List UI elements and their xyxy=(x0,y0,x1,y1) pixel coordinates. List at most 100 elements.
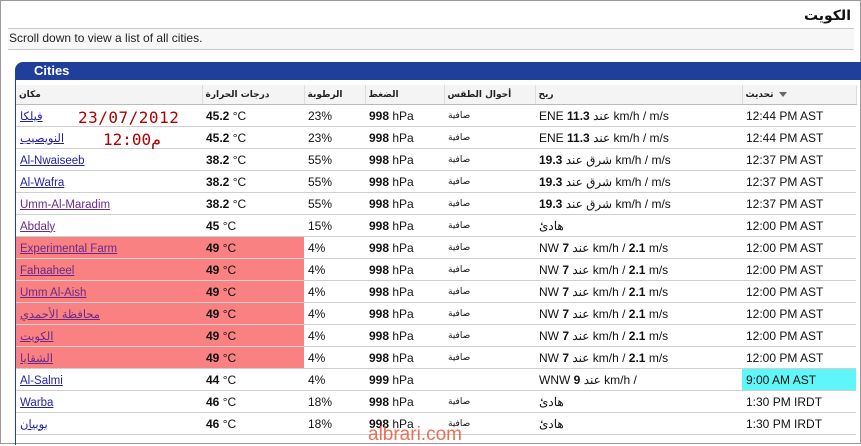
pressure-value: 998 xyxy=(369,196,390,211)
cell-updated: 12:00 PM AST xyxy=(742,346,856,369)
city-link[interactable]: Warba xyxy=(20,397,53,409)
cell-updated: 12:00 PM AST xyxy=(742,280,856,303)
temp-value: 45.2 xyxy=(206,108,230,123)
pressure-value: 998 xyxy=(369,394,390,409)
city-link[interactable]: الشقايا xyxy=(20,353,53,365)
cell-conditions: صافية xyxy=(444,104,535,127)
table-row: Al-Salmi 44 °C 4% 999 hPa WNW 9 عند km/h /9:… xyxy=(16,368,856,391)
temp-value: 38.2 xyxy=(206,196,230,211)
city-link[interactable]: Fahaaheel xyxy=(20,265,74,277)
pressure-unit: hPa xyxy=(389,306,414,321)
cell-location: Fahaaheel xyxy=(16,258,202,281)
temp-unit: °C xyxy=(219,284,237,299)
wind-ms: 2.1 xyxy=(628,240,646,255)
temp-unit: °C xyxy=(219,240,237,255)
table-row: الشقايا 49 °C 4% 998 hPa صافية NW 7 عند km/h … xyxy=(16,346,856,369)
city-link[interactable]: Umm Al-Aish xyxy=(20,287,86,299)
wind-direction: WNW xyxy=(539,372,574,387)
cell-temperature: 38.2 °C xyxy=(202,148,304,171)
cell-pressure: 998 hPa xyxy=(365,236,444,259)
temp-value: 49 xyxy=(206,350,220,365)
city-link[interactable]: محافظة الأحمدي xyxy=(20,309,100,321)
pressure-unit: hPa xyxy=(389,108,414,123)
pressure-value: 998 xyxy=(369,152,390,167)
wind-speed: 19.3 xyxy=(539,196,563,211)
column-header-pressure[interactable]: الضغط xyxy=(365,85,445,105)
cell-location: محافظة الأحمدي xyxy=(16,302,202,325)
cell-temperature: 46 °C xyxy=(202,390,304,413)
table-row: Al-Nwaiseeb 38.2 °C 55% 998 hPa صافية 19.3 شر… xyxy=(16,148,856,171)
cities-panel-title: Cities xyxy=(34,63,70,78)
wind-unit: هادئ xyxy=(539,416,564,431)
cell-humidity: 4% xyxy=(304,258,365,281)
pressure-value: 998 xyxy=(369,328,390,343)
cell-humidity: 55% xyxy=(304,170,365,193)
city-link[interactable]: فيلكا xyxy=(20,111,43,123)
pressure-value: 998 xyxy=(369,262,390,277)
wind-direction: NW xyxy=(539,328,563,343)
cell-conditions: صافية xyxy=(444,258,535,281)
cell-pressure: 998 hPa xyxy=(365,258,444,281)
city-link[interactable]: بوبيان xyxy=(20,419,48,431)
wind-ms-unit: m/s xyxy=(645,262,669,277)
column-header-humidity[interactable]: الرطوبة xyxy=(304,85,366,105)
cell-pressure: 998 hPa xyxy=(365,148,444,171)
cell-humidity: 4% xyxy=(304,324,365,347)
column-header-conditions[interactable]: أحوال الطقس xyxy=(444,85,536,105)
cell-conditions: صافية xyxy=(444,170,535,193)
city-link[interactable]: Abdaly xyxy=(20,221,55,233)
cell-updated: 1:30 PM IRDT xyxy=(742,412,856,435)
wind-speed: 11.3 xyxy=(567,130,590,145)
cell-pressure: 998 hPa xyxy=(365,346,444,369)
city-link[interactable]: Umm-Al-Maradim xyxy=(20,199,110,211)
city-link[interactable]: Al-Salmi xyxy=(20,375,63,387)
wind-direction: NW xyxy=(539,262,563,277)
wind-direction: NW xyxy=(539,284,563,299)
city-link[interactable]: Al-Wafra xyxy=(20,177,64,189)
cell-conditions: صافية xyxy=(444,280,535,303)
pressure-value: 998 xyxy=(369,218,390,233)
temp-unit: °C xyxy=(219,218,237,233)
wind-speed: 19.3 xyxy=(539,174,563,189)
temp-unit: °C xyxy=(219,416,237,431)
cell-humidity: 4% xyxy=(304,280,365,303)
wind-unit: شرق عند km/h / m/s xyxy=(562,174,671,189)
city-link[interactable]: النويصيب xyxy=(20,133,64,145)
pressure-unit: hPa xyxy=(389,218,414,233)
wind-speed: 7 xyxy=(562,350,570,365)
cell-updated: 12:37 PM AST xyxy=(742,170,856,193)
column-header-updated[interactable]: تحديث xyxy=(742,85,857,105)
column-header-location[interactable]: مكان xyxy=(16,85,203,105)
cell-humidity: 4% xyxy=(304,368,365,391)
cell-pressure: 998 hPa xyxy=(365,192,444,215)
cell-updated: 12:44 PM AST xyxy=(742,126,856,149)
city-link[interactable]: Al-Nwaiseeb xyxy=(20,155,85,167)
cell-location: Warba xyxy=(16,390,202,413)
temp-unit: °C xyxy=(229,152,247,167)
cell-wind: 19.3 شرق عند km/h / m/s xyxy=(535,170,742,193)
cell-humidity: 55% xyxy=(304,148,365,171)
watermark: albrari.com xyxy=(368,424,462,445)
wind-unit: عند km/h / xyxy=(569,350,629,365)
city-link[interactable]: Experimental Farm xyxy=(20,243,117,255)
cell-wind: NW 7 عند km/h / 2.1 m/s xyxy=(535,258,742,281)
cell-location: Umm Al-Aish xyxy=(16,280,202,303)
wind-direction: ENE xyxy=(539,130,568,145)
cell-updated: 12:37 PM AST xyxy=(742,192,856,215)
city-link[interactable]: الكويت xyxy=(20,331,53,343)
annotation-date: 23/07/2012 xyxy=(78,108,180,127)
cell-conditions: صافية xyxy=(444,324,535,347)
pressure-value: 998 xyxy=(369,350,390,365)
cell-temperature: 49 °C xyxy=(202,280,304,303)
wind-unit: عند km/h / xyxy=(569,328,629,343)
cell-humidity: 4% xyxy=(304,302,365,325)
temp-unit: °C xyxy=(219,350,237,365)
cell-conditions: صافية xyxy=(444,214,535,237)
column-header-temperature[interactable]: درجات الحرارة xyxy=(202,85,305,105)
cell-wind: هادئ xyxy=(535,214,742,237)
pressure-unit: hPa xyxy=(389,394,414,409)
table-row: Abdaly 45 °C 15% 998 hPa صافية هادئ 12:00 PM A… xyxy=(16,214,856,237)
column-header-wind[interactable]: ريح xyxy=(535,85,743,105)
table-row: Umm-Al-Maradim 38.2 °C 55% 998 hPa صافية 19.3… xyxy=(16,192,856,215)
cell-conditions: صافية xyxy=(444,302,535,325)
